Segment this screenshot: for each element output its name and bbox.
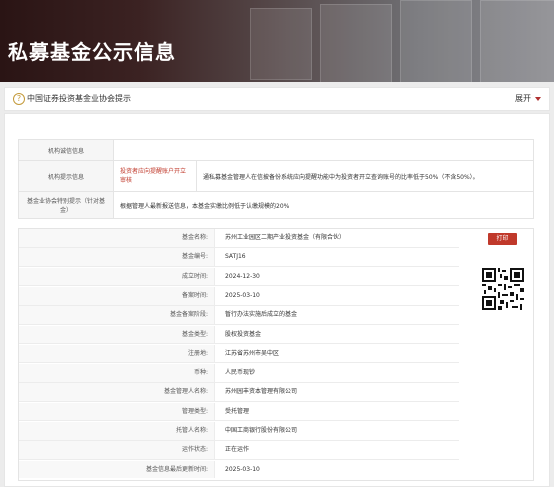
table-row: 成立时间: 2024-12-30: [19, 267, 459, 287]
table-row: 备案时间: 2025-03-10: [19, 286, 459, 306]
table-row: 基金编号: SATJ16: [19, 248, 459, 267]
tip-flag[interactable]: 投资者应向提醒账户开立 审核: [113, 160, 197, 192]
cabinet-decoration: [400, 0, 472, 82]
field-label: 备案时间:: [19, 286, 215, 305]
tip-label: 机构诚信信息: [18, 139, 114, 161]
table-row: 托管人名称: 中国工商银行股份有限公司: [19, 422, 459, 441]
table-row: 基金信息最后更新时间: 2025-03-10: [19, 460, 459, 479]
field-label: 托管人名称:: [19, 422, 215, 440]
table-row: 机构诚信信息: [18, 139, 534, 161]
table-row: 管理类型: 受托管理: [19, 402, 459, 422]
field-label: 币种:: [19, 364, 215, 382]
field-value: 受托管理: [225, 407, 250, 415]
field-label: 基金名称:: [19, 229, 215, 247]
notice-title: 中国证券投资基金业协会提示: [27, 94, 131, 103]
cabinet-decoration: [250, 8, 312, 80]
field-value: 2025-03-10: [225, 291, 260, 299]
field-label: 管理类型:: [19, 402, 215, 421]
field-value: 正在运作: [225, 446, 250, 454]
field-label: 运作状态:: [19, 441, 215, 459]
tip-value: 通私募基金管理人在信披备份系统应向提醒功能中为投资者开立查询账号的比率低于50%…: [196, 160, 534, 192]
fund-detail-table: 基金名称: 苏州工业园区二期产业投资基金（有限合伙） 基金编号: SATJ16 成立…: [18, 228, 534, 481]
table-row: 注册地: 江苏省苏州市吴中区: [19, 344, 459, 364]
table-row: 基金管理人名称: 苏州园丰资本管理有限公司: [19, 383, 459, 403]
tip-label: 机构提示信息: [18, 160, 114, 192]
print-button[interactable]: 打印: [488, 233, 517, 245]
field-value: 2024-12-30: [225, 272, 260, 280]
field-label: 基金信息最后更新时间:: [19, 460, 215, 479]
field-label: 成立时间:: [19, 267, 215, 286]
field-label: 基金类型:: [19, 325, 215, 344]
tip-value: 根据管理人最新报送信息，本基金实缴比例低于认缴规模的20%: [113, 191, 534, 219]
hero-banner: 私募基金公示信息: [0, 0, 554, 82]
expand-button[interactable]: 展开: [515, 93, 531, 104]
field-label: 基金管理人名称:: [19, 383, 215, 402]
tip-value: [113, 139, 534, 161]
tips-table: 机构诚信信息 机构提示信息 投资者应向提醒账户开立 审核 通私募基金管理人在信披…: [18, 139, 534, 219]
field-value: 中国工商银行股份有限公司: [225, 427, 298, 434]
cabinet-decoration: [480, 0, 554, 82]
field-value: 股权投资基金: [225, 330, 262, 338]
page-title: 私募基金公示信息: [8, 40, 176, 64]
table-row: 币种: 人民币现钞: [19, 364, 459, 383]
table-row: 基金业协会特别提示（针对基金） 根据管理人最新报送信息，本基金实缴比例低于认缴规…: [18, 191, 534, 219]
table-row: 基金名称: 苏州工业园区二期产业投资基金（有限合伙）: [19, 229, 459, 248]
field-label: 注册地:: [19, 344, 215, 363]
cabinet-decoration: [320, 4, 392, 82]
table-row: 基金备案阶段: 暂行办法实施后成立的基金: [19, 306, 459, 325]
field-value: 暂行办法实施后成立的基金: [225, 311, 298, 319]
field-value: SATJ16: [225, 253, 246, 261]
tip-label: 基金业协会特别提示（针对基金）: [18, 191, 114, 219]
field-label: 基金备案阶段:: [19, 306, 215, 324]
field-value: 江苏省苏州市吴中区: [225, 349, 280, 357]
table-row: 机构提示信息 投资者应向提醒账户开立 审核 通私募基金管理人在信披备份系统应向提…: [18, 160, 534, 192]
table-row: 运作状态: 正在运作: [19, 441, 459, 460]
qr-code-icon: [482, 268, 524, 310]
field-value: 人民币现钞: [225, 369, 256, 377]
field-value: 2025-03-10: [225, 465, 260, 473]
question-circle-icon: ?: [13, 93, 25, 105]
field-label: 基金编号:: [19, 248, 215, 266]
caret-down-icon[interactable]: [535, 97, 541, 101]
field-value: 苏州工业园区二期产业投资基金（有限合伙）: [225, 234, 346, 241]
table-row: 基金类型: 股权投资基金: [19, 325, 459, 345]
field-value: 苏州园丰资本管理有限公司: [225, 388, 298, 396]
notice-bar[interactable]: ? 中国证券投资基金业协会提示 展开: [4, 87, 550, 111]
